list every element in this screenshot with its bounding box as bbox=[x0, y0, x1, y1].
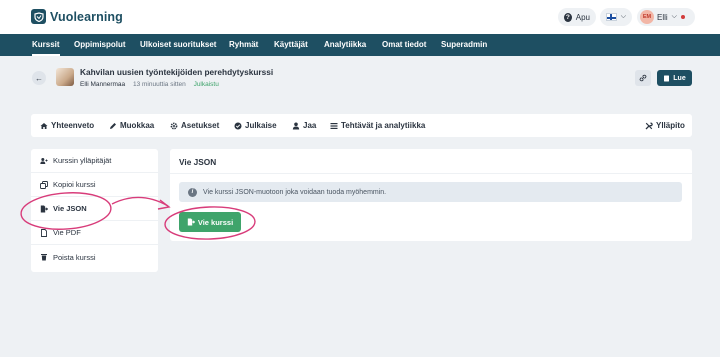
course-title: Kahvilan uusien työntekijöiden perehdyty… bbox=[80, 67, 274, 77]
tab-label: Asetukset bbox=[181, 121, 220, 130]
admin-side-menu: Kurssin ylläpitäjät Kopioi kurssi Vie JS… bbox=[31, 149, 158, 272]
brand-name: Vuolearning bbox=[50, 9, 123, 24]
brand-shield-icon bbox=[31, 9, 46, 24]
help-button[interactable]: ? Apu bbox=[558, 8, 596, 26]
read-label: Lue bbox=[673, 74, 686, 82]
notification-dot bbox=[680, 15, 685, 19]
panel-title: Vie JSON bbox=[179, 157, 217, 167]
copy-icon bbox=[40, 180, 48, 189]
side-item-course-admins[interactable]: Kurssin ylläpitäjät bbox=[31, 149, 158, 173]
top-bar: Vuolearning ? Apu ⌵ EM Elli ⌵ bbox=[0, 0, 720, 34]
info-icon: i bbox=[188, 187, 197, 197]
brand-logo[interactable]: Vuolearning bbox=[31, 9, 123, 24]
tab-settings[interactable]: Asetukset bbox=[170, 121, 219, 130]
user-icon bbox=[292, 122, 300, 129]
book-icon bbox=[664, 75, 670, 81]
export-json-panel: Vie JSON i Vie kurssi JSON-muotoon joka … bbox=[170, 149, 692, 241]
file-icon bbox=[41, 228, 47, 237]
main-nav: Kurssit Oppimispolut Ulkoiset suoritukse… bbox=[0, 34, 720, 56]
side-item-delete-course[interactable]: Poista kurssi bbox=[31, 245, 158, 269]
tab-label: Tehtävät ja analytiikka bbox=[341, 121, 426, 130]
divider bbox=[170, 173, 692, 174]
read-course-button[interactable]: Lue bbox=[657, 70, 692, 86]
gear-icon bbox=[170, 122, 178, 129]
chevron-down-icon: ⌵ bbox=[620, 13, 626, 20]
back-button[interactable]: ← bbox=[32, 71, 46, 85]
user-menu[interactable]: EM Elli ⌵ bbox=[637, 8, 695, 26]
annotation-arrowhead bbox=[157, 199, 171, 210]
nav-item-users[interactable]: Käyttäjät bbox=[274, 40, 308, 49]
side-item-label: Vie PDF bbox=[53, 228, 81, 237]
nav-item-external-completions[interactable]: Ulkoiset suoritukset bbox=[140, 40, 216, 49]
side-item-copy-course[interactable]: Kopioi kurssi bbox=[31, 173, 158, 197]
tab-tasks-analytics[interactable]: Tehtävät ja analytiikka bbox=[330, 121, 425, 130]
side-item-export-pdf[interactable]: Vie PDF bbox=[31, 221, 158, 245]
pencil-icon bbox=[110, 122, 116, 129]
info-text: Vie kurssi JSON-muotoon joka voidaan tuo… bbox=[203, 188, 387, 196]
tab-edit[interactable]: Muokkaa bbox=[109, 121, 154, 130]
info-alert: i Vie kurssi JSON-muotoon joka voidaan t… bbox=[179, 182, 682, 202]
export-course-button[interactable]: Vie kurssi bbox=[179, 212, 241, 232]
course-thumbnail bbox=[56, 68, 74, 86]
check-circle-icon bbox=[234, 122, 242, 129]
nav-item-my-info[interactable]: Omat tiedot bbox=[382, 40, 426, 49]
side-item-label: Poista kurssi bbox=[53, 252, 96, 262]
question-icon: ? bbox=[564, 12, 572, 22]
link-icon bbox=[639, 74, 647, 82]
tab-share[interactable]: Jaa bbox=[292, 121, 316, 130]
nav-item-analytics[interactable]: Analytiikka bbox=[324, 40, 366, 49]
tab-label: Yhteenveto bbox=[51, 121, 95, 130]
nav-item-superadmin[interactable]: Superadmin bbox=[441, 40, 487, 49]
export-icon bbox=[187, 218, 195, 226]
status-badge: Julkaistu bbox=[193, 81, 219, 88]
side-item-label: Vie JSON bbox=[53, 204, 87, 213]
chevron-down-icon: ⌵ bbox=[671, 13, 677, 20]
nav-item-groups[interactable]: Ryhmät bbox=[229, 40, 258, 49]
tab-publish[interactable]: Julkaise bbox=[234, 121, 277, 130]
side-item-label: Kurssin ylläpitäjät bbox=[53, 156, 112, 165]
tab-label: Julkaise bbox=[245, 121, 277, 130]
tab-label: Jaa bbox=[303, 121, 317, 130]
side-item-export-json[interactable]: Vie JSON bbox=[31, 197, 158, 221]
tab-admin[interactable]: Ylläpito bbox=[645, 121, 685, 130]
course-author: Elli Mannermaa bbox=[80, 81, 126, 88]
finnish-flag-icon bbox=[606, 13, 617, 21]
trash-icon bbox=[41, 254, 47, 261]
language-selector[interactable]: ⌵ bbox=[600, 8, 632, 26]
tab-label: Muokkaa bbox=[120, 121, 155, 130]
copy-link-button[interactable] bbox=[635, 70, 651, 86]
user-name: Elli bbox=[657, 12, 668, 22]
course-header: ← Kahvilan uusien työntekijöiden perehdy… bbox=[0, 56, 720, 98]
tab-label: Ylläpito bbox=[656, 121, 685, 130]
nav-item-learning-paths[interactable]: Oppimispolut bbox=[74, 40, 126, 49]
course-meta: Elli Mannermaa 13 minuuttia sitten Julka… bbox=[80, 81, 219, 88]
course-updated: 13 minuuttia sitten bbox=[132, 81, 186, 88]
tasks-icon bbox=[330, 122, 338, 129]
arrow-left-icon: ← bbox=[35, 73, 43, 83]
course-tabs: Yhteenveto Muokkaa Asetukset Julkaise Ja… bbox=[31, 114, 692, 137]
export-icon bbox=[40, 205, 48, 212]
tab-summary[interactable]: Yhteenveto bbox=[40, 121, 94, 130]
wrench-icon bbox=[645, 121, 653, 129]
help-label: Apu bbox=[575, 12, 590, 22]
users-icon bbox=[40, 157, 48, 164]
home-icon bbox=[40, 122, 48, 129]
avatar: EM bbox=[640, 10, 654, 24]
export-button-label: Vie kurssi bbox=[197, 217, 234, 227]
side-item-label: Kopioi kurssi bbox=[53, 180, 96, 189]
nav-item-courses[interactable]: Kurssit bbox=[32, 40, 60, 56]
